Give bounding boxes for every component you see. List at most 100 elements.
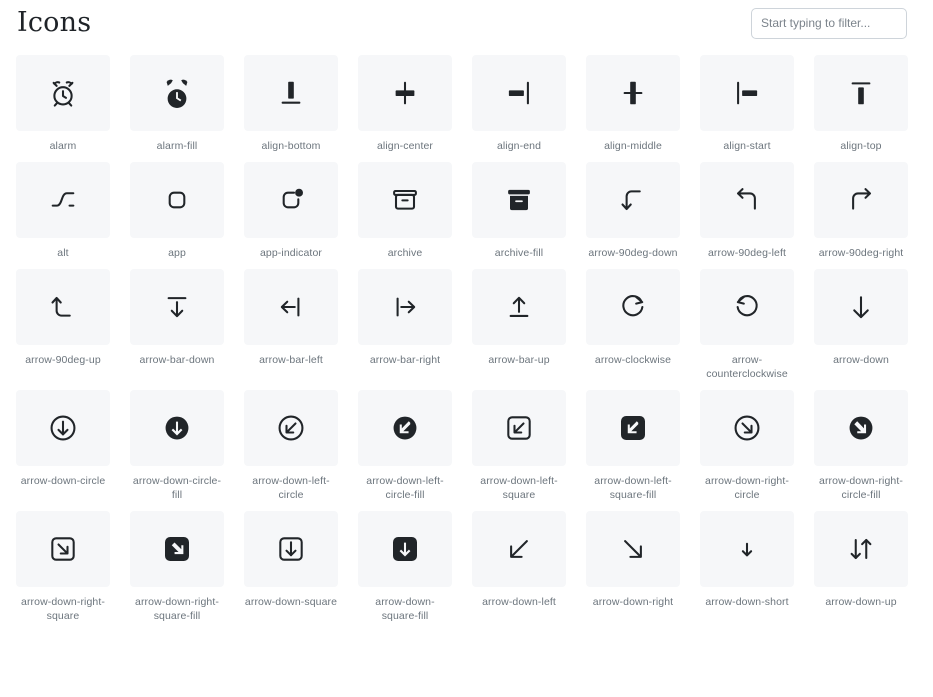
arrow-90deg-right-icon[interactable]	[814, 162, 908, 238]
archive-fill-icon[interactable]	[472, 162, 566, 238]
icon-label: align-end	[496, 140, 542, 152]
arrow-bar-down-icon[interactable]	[130, 269, 224, 345]
icon-cell[interactable]: arrow-bar-left	[244, 269, 338, 381]
icon-grid: alarm alarm-fill align-bottom align-center a…	[0, 46, 933, 623]
arrow-down-right-circle-fill-icon[interactable]	[814, 390, 908, 466]
arrow-down-circle-icon[interactable]	[16, 390, 110, 466]
icon-cell[interactable]: arrow-bar-right	[358, 269, 452, 381]
arrow-bar-up-icon[interactable]	[472, 269, 566, 345]
align-middle-icon[interactable]	[586, 55, 680, 131]
arrow-down-right-square-fill-icon[interactable]	[130, 511, 224, 587]
icon-cell[interactable]: alarm-fill	[130, 55, 224, 153]
icon-label: alarm	[49, 140, 77, 152]
arrow-down-circle-fill-icon[interactable]	[130, 390, 224, 466]
icon-cell[interactable]: alt	[16, 162, 110, 260]
align-top-icon[interactable]	[814, 55, 908, 131]
arrow-down-icon[interactable]	[814, 269, 908, 345]
icon-cell[interactable]: app-indicator	[244, 162, 338, 260]
icon-cell[interactable]: arrow-counterclockwise	[700, 269, 794, 381]
icon-label: arrow-90deg-right	[818, 247, 904, 259]
arrow-bar-left-icon[interactable]	[244, 269, 338, 345]
arrow-down-square-icon[interactable]	[244, 511, 338, 587]
icon-label: arrow-down-left-square	[480, 475, 558, 501]
icon-cell[interactable]: app	[130, 162, 224, 260]
icon-cell[interactable]: arrow-down-left-square	[472, 390, 566, 502]
arrow-down-left-circle-icon[interactable]	[244, 390, 338, 466]
icon-cell[interactable]: arrow-90deg-up	[16, 269, 110, 381]
icon-cell[interactable]: arrow-down-right-square-fill	[130, 511, 224, 623]
icon-cell[interactable]: align-top	[814, 55, 908, 153]
icon-label: arrow-clockwise	[594, 354, 672, 366]
align-center-icon[interactable]	[358, 55, 452, 131]
icon-cell[interactable]: arrow-down	[814, 269, 908, 381]
arrow-90deg-up-icon[interactable]	[16, 269, 110, 345]
icon-cell[interactable]: arrow-down-square	[244, 511, 338, 623]
icon-cell[interactable]: arrow-down-right	[586, 511, 680, 623]
arrow-bar-right-icon[interactable]	[358, 269, 452, 345]
icon-label: arrow-down-up	[825, 596, 897, 608]
icon-label: arrow-down-left-circle	[252, 475, 330, 501]
app-icon[interactable]	[130, 162, 224, 238]
alt-icon[interactable]	[16, 162, 110, 238]
align-start-icon[interactable]	[700, 55, 794, 131]
icon-cell[interactable]: arrow-down-short	[700, 511, 794, 623]
icon-label: arrow-bar-down	[139, 354, 215, 366]
icon-label: arrow-down-left-square-fill	[594, 475, 672, 501]
align-bottom-icon[interactable]	[244, 55, 338, 131]
icon-filter-input[interactable]	[751, 7, 907, 39]
icons-page: Icons alarm alarm-fill align-bottom align-c…	[0, 0, 933, 697]
icon-cell[interactable]: arrow-bar-down	[130, 269, 224, 381]
icon-label: align-middle	[604, 140, 662, 152]
icon-cell[interactable]: align-center	[358, 55, 452, 153]
app-indicator-icon[interactable]	[244, 162, 338, 238]
icon-cell[interactable]: arrow-down-left-circle-fill	[358, 390, 452, 502]
page-header: Icons	[0, 0, 933, 46]
arrow-counterclockwise-icon[interactable]	[700, 269, 794, 345]
icon-cell[interactable]: alarm	[16, 55, 110, 153]
icon-cell[interactable]: align-end	[472, 55, 566, 153]
icon-cell[interactable]: align-start	[700, 55, 794, 153]
icon-cell[interactable]: arrow-down-left	[472, 511, 566, 623]
icon-cell[interactable]: arrow-90deg-down	[586, 162, 680, 260]
icon-label: align-start	[723, 140, 771, 152]
icon-cell[interactable]: archive	[358, 162, 452, 260]
icon-cell[interactable]: arrow-90deg-right	[814, 162, 908, 260]
icon-cell[interactable]: archive-fill	[472, 162, 566, 260]
arrow-down-up-icon[interactable]	[814, 511, 908, 587]
arrow-down-left-square-icon[interactable]	[472, 390, 566, 466]
icon-cell[interactable]: align-middle	[586, 55, 680, 153]
icon-label: align-center	[376, 140, 434, 152]
arrow-90deg-left-icon[interactable]	[700, 162, 794, 238]
arrow-down-right-icon[interactable]	[586, 511, 680, 587]
icon-cell[interactable]: arrow-down-left-circle	[244, 390, 338, 502]
icon-label: arrow-90deg-left	[707, 247, 787, 259]
arrow-90deg-down-icon[interactable]	[586, 162, 680, 238]
icon-cell[interactable]: arrow-down-up	[814, 511, 908, 623]
icon-cell[interactable]: arrow-down-circle-fill	[130, 390, 224, 502]
arrow-down-short-icon[interactable]	[700, 511, 794, 587]
icon-label: align-bottom	[261, 140, 321, 152]
archive-icon[interactable]	[358, 162, 452, 238]
alarm-fill-icon[interactable]	[130, 55, 224, 131]
icon-cell[interactable]: arrow-down-right-square	[16, 511, 110, 623]
icon-cell[interactable]: arrow-down-right-circle	[700, 390, 794, 502]
icon-cell[interactable]: arrow-bar-up	[472, 269, 566, 381]
icon-cell[interactable]: arrow-down-square-fill	[358, 511, 452, 623]
arrow-down-left-circle-fill-icon[interactable]	[358, 390, 452, 466]
arrow-down-left-square-fill-icon[interactable]	[586, 390, 680, 466]
arrow-clockwise-icon[interactable]	[586, 269, 680, 345]
arrow-down-square-fill-icon[interactable]	[358, 511, 452, 587]
icon-cell[interactable]: align-bottom	[244, 55, 338, 153]
arrow-down-right-square-icon[interactable]	[16, 511, 110, 587]
icon-cell[interactable]: arrow-down-left-square-fill	[586, 390, 680, 502]
icon-label: arrow-down-left	[482, 596, 556, 608]
alarm-icon[interactable]	[16, 55, 110, 131]
arrow-down-left-icon[interactable]	[472, 511, 566, 587]
icon-cell[interactable]: arrow-90deg-left	[700, 162, 794, 260]
icon-label: align-top	[840, 140, 882, 152]
align-end-icon[interactable]	[472, 55, 566, 131]
icon-cell[interactable]: arrow-down-right-circle-fill	[814, 390, 908, 502]
icon-cell[interactable]: arrow-clockwise	[586, 269, 680, 381]
icon-cell[interactable]: arrow-down-circle	[16, 390, 110, 502]
arrow-down-right-circle-icon[interactable]	[700, 390, 794, 466]
